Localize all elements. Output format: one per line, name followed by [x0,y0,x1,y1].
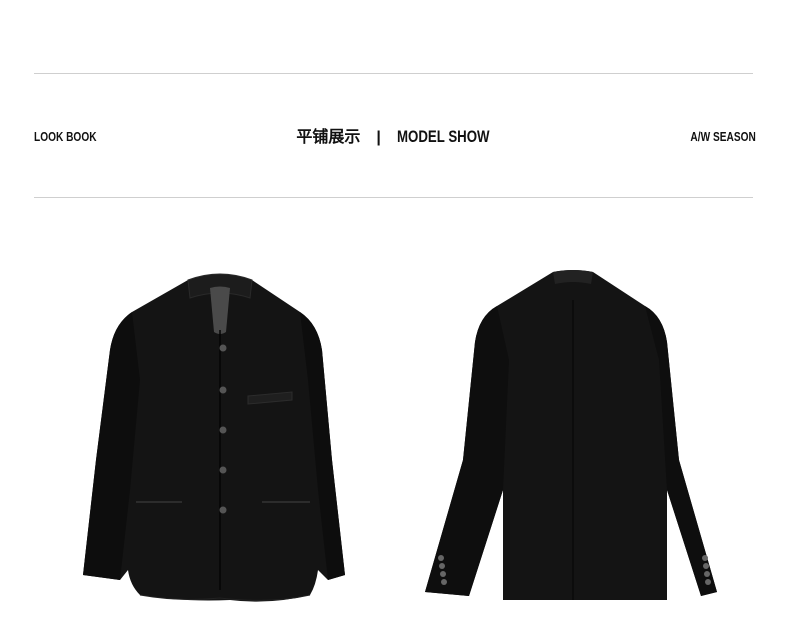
jacket-front-photo [70,240,400,610]
section-title-en: MODEL SHOW [396,127,490,146]
section-title-zh: 平铺展示 [296,127,361,146]
top-divider [34,73,753,74]
title-separator: | [376,129,381,146]
section-title: 平铺展示 | MODEL SHOW [0,124,790,150]
season-label: A/W SEASON [690,129,756,144]
jacket-back-photo [405,240,735,610]
bottom-divider [34,197,753,198]
